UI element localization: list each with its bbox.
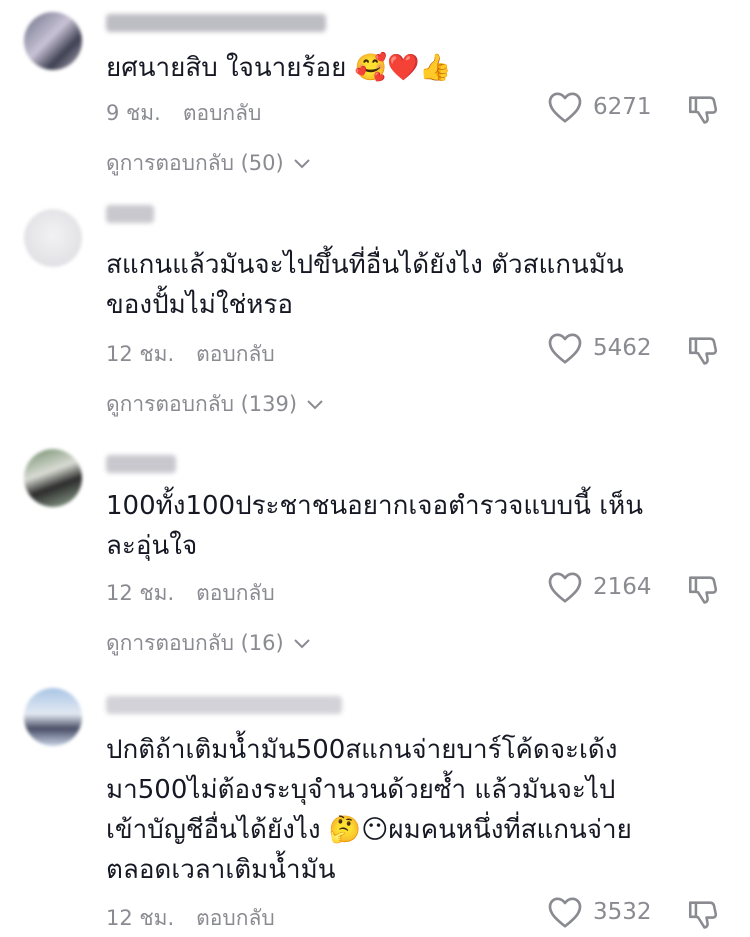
thumbs-down-outline-icon: [688, 96, 718, 124]
chevron-down-icon: [293, 638, 310, 648]
like-count: 3532: [593, 899, 652, 925]
like-count: 5462: [593, 335, 652, 361]
heart-outline-icon: [548, 572, 582, 603]
comment-meta: 12 ชม. ตอบกลับ: [106, 577, 275, 610]
username-blurred[interactable]: [106, 14, 326, 32]
comment-text: ปกติถ้าเติมน้ำมัน500สแกนจ่ายบาร์โค้ดจะเด…: [106, 735, 632, 885]
avatar[interactable]: [24, 209, 82, 267]
like-button[interactable]: 6271: [547, 90, 652, 124]
dislike-button[interactable]: [686, 897, 720, 935]
reply-button[interactable]: ตอบกลับ: [196, 581, 275, 605]
avatar[interactable]: [24, 12, 82, 70]
comment-text: ยศนายสิบ ใจนายร้อย 🥰❤️👍: [106, 53, 452, 83]
view-replies-label: ดูการตอบกลับ (16): [106, 631, 284, 655]
dislike-button[interactable]: [686, 92, 720, 130]
thumbs-down-outline-icon: [688, 576, 718, 604]
view-replies-button[interactable]: ดูการตอบกลับ (50): [106, 147, 312, 180]
view-replies-label: ดูการตอบกลับ (50): [106, 151, 284, 175]
heart-outline-icon: [548, 333, 582, 364]
comment-time: 9 ชม.: [106, 101, 161, 125]
comment-meta: 12 ชม. ตอบกลับ: [106, 902, 275, 935]
username-blurred[interactable]: [106, 696, 342, 714]
chevron-down-icon: [293, 158, 310, 168]
comment-time: 12 ชม.: [106, 342, 175, 366]
thumbs-down-outline-icon: [688, 901, 718, 929]
like-count: 2164: [593, 574, 652, 600]
dislike-button[interactable]: [686, 572, 720, 610]
comment-time: 12 ชม.: [106, 581, 175, 605]
avatar[interactable]: [24, 688, 82, 746]
reply-button[interactable]: ตอบกลับ: [196, 906, 275, 930]
dislike-button[interactable]: [686, 333, 720, 371]
username-blurred[interactable]: [106, 455, 176, 473]
comment-meta: 12 ชม. ตอบกลับ: [106, 338, 275, 371]
like-button[interactable]: 2164: [547, 570, 652, 604]
heart-outline-icon: [548, 897, 582, 928]
like-count: 6271: [593, 94, 652, 120]
like-button[interactable]: 3532: [547, 895, 652, 929]
comment-text: 100ทั้ง100ประชาชนอยากเจอตำรวจแบบนี้ เห็น…: [106, 491, 643, 561]
reply-button[interactable]: ตอบกลับ: [196, 342, 275, 366]
reply-button[interactable]: ตอบกลับ: [183, 101, 262, 125]
view-replies-label: ดูการตอบกลับ (139): [106, 392, 298, 416]
view-replies-button[interactable]: ดูการตอบกลับ (139): [106, 388, 325, 421]
heart-outline-icon: [548, 92, 582, 123]
chevron-down-icon: [307, 399, 323, 409]
avatar[interactable]: [24, 449, 82, 507]
like-button[interactable]: 5462: [547, 331, 652, 365]
thumbs-down-outline-icon: [688, 337, 718, 365]
comment-text: สแกนแล้วมันจะไปขึ้นที่อื่นได้ยังไง ตัวสแ…: [106, 250, 624, 320]
comment-time: 12 ชม.: [106, 906, 175, 930]
comment-meta: 9 ชม. ตอบกลับ: [106, 97, 261, 130]
username-blurred[interactable]: [106, 205, 154, 223]
view-replies-button[interactable]: ดูการตอบกลับ (16): [106, 627, 312, 660]
